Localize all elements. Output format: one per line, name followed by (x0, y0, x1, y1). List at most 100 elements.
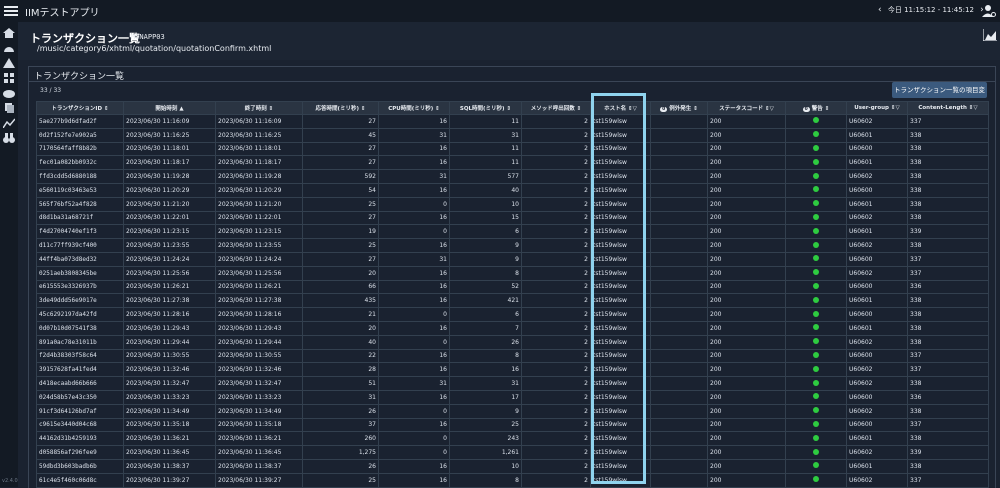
cell-transaction-id[interactable]: e615553e3326937b (36, 279, 124, 295)
cell-transaction-id[interactable]: f2d4b38303f58c64 (36, 348, 124, 364)
grid-icon[interactable] (3, 73, 15, 83)
cell-transaction-id[interactable]: 0d2f152fe7e902a5 (36, 127, 124, 143)
table-row[interactable]: 45c6292197da42fd 2023/06/30 11:28:16 2023/… (36, 307, 989, 322)
cell-start-time: 2023/06/30 11:20:29 (123, 182, 216, 198)
table-row[interactable]: 565f76bf52a4f828 2023/06/30 11:21:20 2023/… (36, 196, 989, 212)
dashboard-icon[interactable] (3, 43, 15, 53)
cell-transaction-id[interactable]: d418ecaabd66b666 (36, 376, 124, 391)
table-row[interactable]: d8d1ba31a68721f 2023/06/30 11:22:01 2023/0… (36, 210, 989, 226)
table-row[interactable]: 61c4e5f460c06d8c 2023/06/30 11:39:27 2023/… (36, 472, 989, 488)
col-header-end-time[interactable]: 終了時刻 ⇕ (215, 101, 303, 115)
table-row[interactable]: e560119c03463e53 2023/06/30 11:20:29 2023/… (36, 182, 989, 198)
cell-response-time: 54 (302, 182, 379, 198)
cell-transaction-id[interactable]: 45c6292197da42fd (36, 307, 124, 322)
cell-transaction-id[interactable]: c9615e3440d04c68 (36, 417, 124, 433)
table-row[interactable]: d418ecaabd66b666 2023/06/30 11:32:47 2023/… (36, 376, 989, 391)
cell-transaction-id[interactable]: f4d27004740ef1f3 (36, 224, 124, 240)
col-header-start-time[interactable]: 開始時刻 ▲ (123, 101, 216, 115)
home-icon[interactable] (3, 28, 15, 38)
col-header-response-time[interactable]: 応答時間(ミリ秒) ⇕ (302, 101, 379, 115)
col-header-exception[interactable]: 0 例外発生 ⇕ (650, 101, 708, 115)
cell-transaction-id[interactable]: fec01a082bb0932c (36, 155, 124, 171)
prev-range-button[interactable]: ‹ (874, 5, 886, 15)
cell-transaction-id[interactable]: 891a0ac78e31011b (36, 334, 124, 350)
col-header-transaction-id[interactable]: トランザクションID ⇕ (36, 101, 124, 115)
table-row[interactable]: 5ae277b9d6dfad2f 2023/06/30 11:16:09 2023/… (36, 114, 989, 129)
alert-icon[interactable] (3, 58, 15, 68)
cell-transaction-id[interactable]: d8d1ba31a68721f (36, 210, 124, 226)
cell-transaction-id[interactable]: 39157628fa41fed4 (36, 362, 124, 378)
table-row[interactable]: d058856af296fee9 2023/06/30 11:36:45 2023/… (36, 445, 989, 460)
cell-transaction-id[interactable]: ffd3cdd5d6880188 (36, 169, 124, 184)
table-row[interactable]: fec01a082bb0932c 2023/06/30 11:18:17 2023/… (36, 155, 989, 171)
cell-transaction-id[interactable]: 44162d31b4259193 (36, 431, 124, 447)
copy-icon[interactable] (3, 103, 15, 113)
table-row[interactable]: 44162d31b4259193 2023/06/30 11:36:21 2023/… (36, 431, 989, 447)
col-header-status-code[interactable]: ステータスコード ⇕▽ (707, 101, 786, 115)
page-header: トランザクション一覧 MONAPP03 /music/category6/xht… (18, 22, 1000, 60)
table-row[interactable]: f4d27004740ef1f3 2023/06/30 11:23:15 2023/… (36, 224, 989, 240)
cell-warning (785, 472, 847, 488)
table-row[interactable]: 39157628fa41fed4 2023/06/30 11:32:46 2023/… (36, 362, 989, 378)
cell-method-calls: 2 (521, 238, 591, 253)
area-chart-icon[interactable] (983, 29, 997, 41)
menu-icon[interactable] (4, 4, 18, 18)
cell-transaction-id[interactable]: 91cf3d64126bd7af (36, 403, 124, 419)
cell-cpu-time: 16 (378, 362, 450, 378)
col-header-user-group[interactable]: User-group ⇕▽ (846, 101, 908, 115)
col-header-warning[interactable]: 0 警告 ⇕ (785, 101, 847, 115)
table-row[interactable]: e615553e3326937b 2023/06/30 11:26:21 2023/… (36, 279, 989, 295)
cell-transaction-id[interactable]: 59dbd3b603badb6b (36, 458, 124, 474)
cell-sql-time: 40 (449, 182, 522, 198)
table-row[interactable]: 891a0ac78e31011b 2023/06/30 11:29:44 2023/… (36, 334, 989, 350)
time-range-label[interactable]: 今日 11:15:12 - 11:45:12 (888, 6, 974, 14)
cell-transaction-id[interactable]: 0d07b10d07541f38 (36, 320, 124, 336)
table-row[interactable]: 7170564faff8b82b 2023/06/30 11:18:01 2023/… (36, 141, 989, 157)
cell-response-time: 27 (302, 114, 379, 129)
chart-icon[interactable] (3, 118, 15, 128)
cell-transaction-id[interactable]: 44ff4ba073d8ed32 (36, 251, 124, 267)
cell-transaction-id[interactable]: 7170564faff8b82b (36, 141, 124, 157)
cell-transaction-id[interactable]: 61c4e5f460c06d8c (36, 472, 124, 488)
col-header-sql-time[interactable]: SQL時間(ミリ秒) ⇕ (449, 101, 522, 115)
cell-exception (650, 458, 708, 474)
cell-transaction-id[interactable]: 565f76bf52a4f828 (36, 196, 124, 212)
col-header-cpu-time[interactable]: CPU時間(ミリ秒) ⇕ (378, 101, 450, 115)
binoculars-icon[interactable] (3, 133, 15, 143)
user-settings-icon[interactable] (982, 4, 996, 18)
table-row[interactable]: 3de49ddd56e9017e 2023/06/30 11:27:38 2023/… (36, 293, 989, 309)
cell-content-length: 337 (907, 251, 989, 267)
cell-transaction-id[interactable]: e560119c03463e53 (36, 182, 124, 198)
table-row[interactable]: 0d2f152fe7e902a5 2023/06/30 11:16:25 2023/… (36, 127, 989, 143)
cell-transaction-id[interactable]: d058856af296fee9 (36, 445, 124, 460)
cell-exception (650, 348, 708, 364)
cell-user-group: U60601 (846, 431, 908, 447)
cloud-icon[interactable] (3, 88, 15, 98)
table-row[interactable]: 44ff4ba073d8ed32 2023/06/30 11:24:24 2023/… (36, 251, 989, 267)
cell-transaction-id[interactable]: 3de49ddd56e9017e (36, 293, 124, 309)
table-row[interactable]: 59dbd3b603badb6b 2023/06/30 11:38:37 2023/… (36, 458, 989, 474)
cell-transaction-id[interactable]: d11c77ff939cf400 (36, 238, 124, 253)
table-row[interactable]: 0251aeb3808345be 2023/06/30 11:25:56 2023/… (36, 265, 989, 281)
col-header-content-length[interactable]: Content-Length ⇕▽ (907, 101, 989, 115)
cell-sql-time: 11 (449, 155, 522, 171)
col-header-method-calls[interactable]: メソッド呼出回数 ⇕ (521, 101, 591, 115)
table-row[interactable]: f2d4b38303f58c64 2023/06/30 11:30:55 2023/… (36, 348, 989, 364)
cell-user-group: U60600 (846, 417, 908, 433)
cell-host-name: tst159wlsw (590, 114, 651, 129)
table-row[interactable]: ffd3cdd5d6880188 2023/06/30 11:19:28 2023/… (36, 169, 989, 184)
table-row[interactable]: 024d58b57e43c350 2023/06/30 11:33:23 2023/… (36, 389, 989, 405)
cell-transaction-id[interactable]: 0251aeb3808345be (36, 265, 124, 281)
cell-response-time: 45 (302, 127, 379, 143)
col-header-host-name[interactable]: ホスト名 ⇕▽ (590, 101, 651, 115)
change-columns-button[interactable]: トランザクション一覧の項目変更 (892, 82, 987, 110)
cell-end-time: 2023/06/30 11:29:44 (215, 334, 303, 350)
table-row[interactable]: 91cf3d64126bd7af 2023/06/30 11:34:49 2023/… (36, 403, 989, 419)
cell-response-time: 19 (302, 224, 379, 240)
cell-transaction-id[interactable]: 024d58b57e43c350 (36, 389, 124, 405)
status-ok-icon (813, 186, 819, 193)
table-row[interactable]: c9615e3440d04c68 2023/06/30 11:35:18 2023/… (36, 417, 989, 433)
table-row[interactable]: 0d07b10d07541f38 2023/06/30 11:29:43 2023/… (36, 320, 989, 336)
cell-transaction-id[interactable]: 5ae277b9d6dfad2f (36, 114, 124, 129)
table-row[interactable]: d11c77ff939cf400 2023/06/30 11:23:55 2023/… (36, 238, 989, 253)
